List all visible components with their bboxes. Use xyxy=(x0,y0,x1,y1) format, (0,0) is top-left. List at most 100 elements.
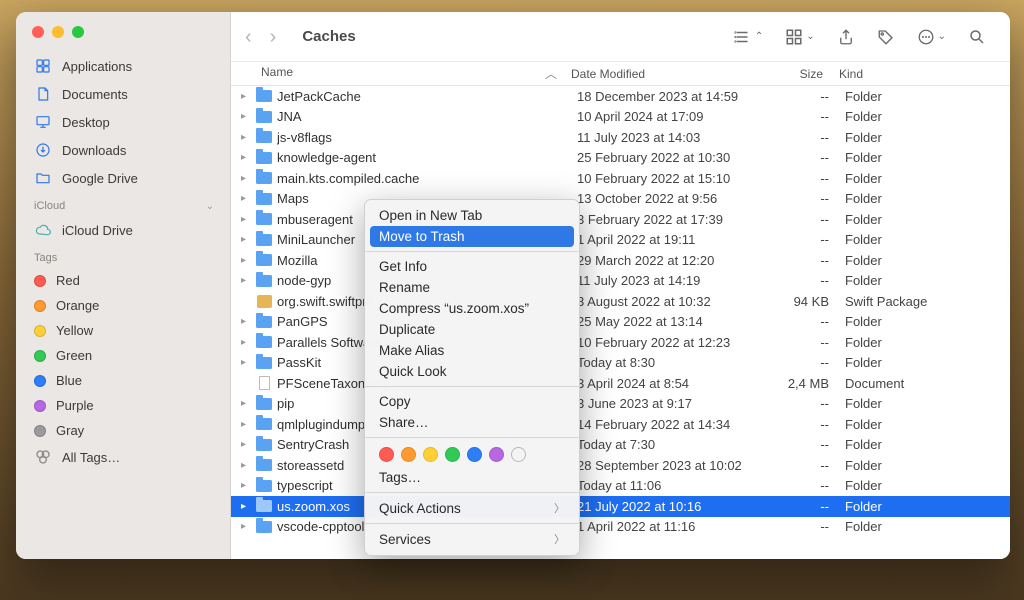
group-by-button[interactable]: ⌄ xyxy=(779,26,820,48)
file-row[interactable]: ▸ Mozilla 29 March 2022 at 12:20 -- Fold… xyxy=(231,250,1010,271)
minimize-window-button[interactable] xyxy=(52,26,64,38)
close-window-button[interactable] xyxy=(32,26,44,38)
menu-item-share[interactable]: Share… xyxy=(365,412,579,433)
file-row[interactable]: ▸ knowledge-agent 25 February 2022 at 10… xyxy=(231,148,1010,169)
disclosure-triangle-icon[interactable]: ▸ xyxy=(241,132,255,143)
file-row[interactable]: ▸ JNA 10 April 2024 at 17:09 -- Folder xyxy=(231,107,1010,128)
disclosure-triangle-icon[interactable]: ▸ xyxy=(241,255,255,266)
sidebar-item-documents[interactable]: Documents xyxy=(16,80,230,108)
file-row[interactable]: ▸ MiniLauncher 1 April 2022 at 19:11 -- … xyxy=(231,230,1010,251)
disclosure-triangle-icon[interactable]: ▸ xyxy=(241,91,255,102)
menu-tag-colors xyxy=(365,442,579,467)
disclosure-triangle-icon[interactable]: ▸ xyxy=(241,419,255,430)
file-date: 10 February 2022 at 12:23 xyxy=(577,335,757,350)
disclosure-triangle-icon[interactable]: ▸ xyxy=(241,480,255,491)
disclosure-triangle-icon[interactable]: ▸ xyxy=(241,337,255,348)
column-kind[interactable]: Kind xyxy=(839,67,1010,81)
disclosure-triangle-icon[interactable]: ▸ xyxy=(241,234,255,245)
menu-item-make-alias[interactable]: Make Alias xyxy=(365,340,579,361)
nav-back-button[interactable]: ‹ xyxy=(239,25,258,49)
sidebar-item-desktop[interactable]: Desktop xyxy=(16,108,230,136)
sidebar-item-applications[interactable]: Applications xyxy=(16,52,230,80)
file-row[interactable]: ▸ PassKit Today at 8:30 -- Folder xyxy=(231,353,1010,374)
file-row[interactable]: ▸ qmlplugindump 14 February 2022 at 14:3… xyxy=(231,414,1010,435)
disclosure-triangle-icon[interactable]: ▸ xyxy=(241,398,255,409)
file-row[interactable]: ▸ js-v8flags 11 July 2023 at 14:03 -- Fo… xyxy=(231,127,1010,148)
file-row[interactable]: ▸ storeassetd 28 September 2023 at 10:02… xyxy=(231,455,1010,476)
menu-item-tags[interactable]: Tags… xyxy=(365,467,579,488)
sidebar-tag-gray[interactable]: Gray xyxy=(16,418,230,443)
file-row[interactable]: ▸ JetPackCache 18 December 2023 at 14:59… xyxy=(231,86,1010,107)
file-row[interactable]: PFSceneTaxonomy 3 April 2024 at 8:54 2,4… xyxy=(231,373,1010,394)
disclosure-triangle-icon[interactable]: ▸ xyxy=(241,501,255,512)
tag-clear-dot[interactable] xyxy=(511,447,526,462)
tag-color-dot[interactable] xyxy=(445,447,460,462)
tag-color-dot[interactable] xyxy=(489,447,504,462)
disclosure-triangle-icon[interactable]: ▸ xyxy=(241,357,255,368)
menu-item-compress-us-zoom-xos[interactable]: Compress “us.zoom.xos” xyxy=(365,298,579,319)
file-row[interactable]: org.swift.swiftpm 3 August 2022 at 10:32… xyxy=(231,291,1010,312)
file-row[interactable]: ▸ mbuseragent 3 February 2022 at 17:39 -… xyxy=(231,209,1010,230)
disclosure-triangle-icon[interactable]: ▸ xyxy=(241,173,255,184)
sidebar-item-downloads[interactable]: Downloads xyxy=(16,136,230,164)
menu-item-get-info[interactable]: Get Info xyxy=(365,256,579,277)
tag-color-dot[interactable] xyxy=(401,447,416,462)
tags-button[interactable] xyxy=(871,26,901,48)
search-button[interactable] xyxy=(962,26,992,48)
menu-item-duplicate[interactable]: Duplicate xyxy=(365,319,579,340)
disclosure-triangle-icon[interactable]: ▸ xyxy=(241,316,255,327)
tag-color-dot[interactable] xyxy=(423,447,438,462)
file-date: 28 September 2023 at 10:02 xyxy=(577,458,757,473)
column-name[interactable]: Name ︿ xyxy=(261,65,571,82)
sidebar-tag-red[interactable]: Red xyxy=(16,268,230,293)
tag-color-dot[interactable] xyxy=(379,447,394,462)
tag-color-dot[interactable] xyxy=(467,447,482,462)
file-row[interactable]: ▸ typescript Today at 11:06 -- Folder xyxy=(231,476,1010,497)
actions-button[interactable]: ⌄ xyxy=(911,26,952,48)
sidebar-tag-yellow[interactable]: Yellow xyxy=(16,318,230,343)
file-row[interactable]: ▸ pip 3 June 2023 at 9:17 -- Folder xyxy=(231,394,1010,415)
nav-forward-button[interactable]: › xyxy=(264,25,283,49)
disclosure-triangle-icon[interactable]: ▸ xyxy=(241,439,255,450)
file-row[interactable]: ▸ vscode-cpptools 1 April 2022 at 11:16 … xyxy=(231,517,1010,538)
disclosure-triangle-icon[interactable]: ▸ xyxy=(241,111,255,122)
sidebar-tag-blue[interactable]: Blue xyxy=(16,368,230,393)
disclosure-triangle-icon[interactable]: ▸ xyxy=(241,460,255,471)
file-row[interactable]: ▸ PanGPS 25 May 2022 at 13:14 -- Folder xyxy=(231,312,1010,333)
sidebar-item-google-drive[interactable]: Google Drive xyxy=(16,164,230,192)
file-row[interactable]: ▸ Maps 13 October 2022 at 9:56 -- Folder xyxy=(231,189,1010,210)
sidebar-tag-purple[interactable]: Purple xyxy=(16,393,230,418)
disclosure-triangle-icon[interactable]: ▸ xyxy=(241,275,255,286)
file-row[interactable]: ▸ main.kts.compiled.cache 10 February 20… xyxy=(231,168,1010,189)
file-row[interactable]: ▸ us.zoom.xos 21 July 2022 at 10:16 -- F… xyxy=(231,496,1010,517)
file-date: 14 February 2022 at 14:34 xyxy=(577,417,757,432)
menu-item-move-to-trash[interactable]: Move to Trash xyxy=(370,226,574,247)
view-mode-button[interactable]: ⌃ xyxy=(728,26,769,48)
sidebar-section-icloud[interactable]: iCloud ⌄ xyxy=(16,192,230,216)
file-row[interactable]: ▸ node-gyp 11 July 2023 at 14:19 -- Fold… xyxy=(231,271,1010,292)
sidebar-all-tags[interactable]: All Tags… xyxy=(16,443,230,471)
menu-item-quick-look[interactable]: Quick Look xyxy=(365,361,579,382)
file-list[interactable]: ▸ JetPackCache 18 December 2023 at 14:59… xyxy=(231,86,1010,559)
file-row[interactable]: ▸ Parallels Software 10 February 2022 at… xyxy=(231,332,1010,353)
disclosure-triangle-icon[interactable]: ▸ xyxy=(241,521,255,532)
menu-item-rename[interactable]: Rename xyxy=(365,277,579,298)
sidebar-section-tags[interactable]: Tags xyxy=(16,244,230,268)
column-size[interactable]: Size xyxy=(751,67,839,81)
sidebar-item-icloud-drive[interactable]: iCloud Drive xyxy=(16,216,230,244)
share-button[interactable] xyxy=(831,26,861,48)
menu-item-quick-actions[interactable]: Quick Actions〉 xyxy=(365,497,579,519)
disclosure-triangle-icon[interactable]: ▸ xyxy=(241,193,255,204)
sidebar-tag-green[interactable]: Green xyxy=(16,343,230,368)
fullscreen-window-button[interactable] xyxy=(72,26,84,38)
menu-item-open-in-new-tab[interactable]: Open in New Tab xyxy=(365,205,579,226)
sidebar-tag-orange[interactable]: Orange xyxy=(16,293,230,318)
file-size: -- xyxy=(757,232,845,247)
sidebar-item-label: Blue xyxy=(56,373,82,388)
menu-item-copy[interactable]: Copy xyxy=(365,391,579,412)
column-date[interactable]: Date Modified xyxy=(571,67,751,81)
disclosure-triangle-icon[interactable]: ▸ xyxy=(241,152,255,163)
file-row[interactable]: ▸ SentryCrash Today at 7:30 -- Folder xyxy=(231,435,1010,456)
disclosure-triangle-icon[interactable]: ▸ xyxy=(241,214,255,225)
menu-item-services[interactable]: Services〉 xyxy=(365,528,579,550)
